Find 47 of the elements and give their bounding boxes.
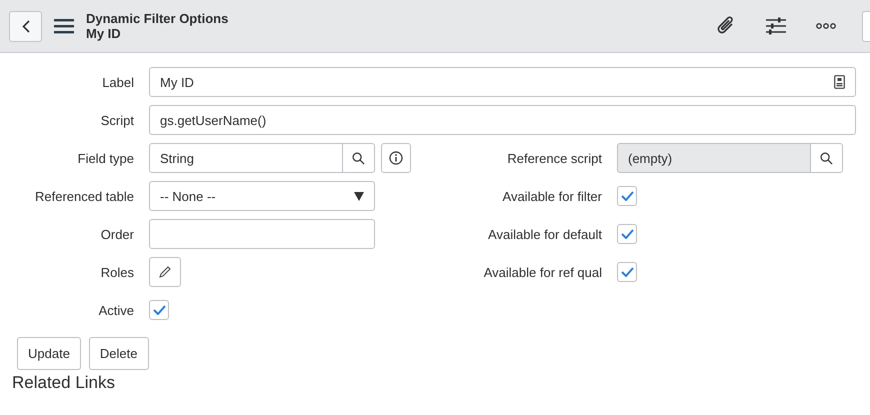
field-label: Referenced table <box>34 188 134 204</box>
search-button[interactable] <box>811 143 843 173</box>
info-icon <box>389 151 403 165</box>
sliders-icon <box>766 16 786 36</box>
form-title: Dynamic Filter Options <box>86 11 230 26</box>
dropdown-arrow-icon <box>354 192 364 200</box>
field-label: Available for default <box>487 226 602 242</box>
menu-icon[interactable] <box>54 18 74 34</box>
checkmark-icon <box>620 267 634 277</box>
field-label: Roles <box>100 264 134 280</box>
field-label: Order <box>100 226 134 242</box>
field-label: Field type <box>76 150 134 166</box>
form-button[interactable]: Update <box>17 337 81 370</box>
more-icon <box>816 23 836 29</box>
readonly-field: (empty) <box>617 143 811 173</box>
checkmark-icon <box>620 191 634 201</box>
form-button[interactable]: Delete <box>88 337 148 370</box>
checkmark-icon <box>620 229 634 239</box>
back-button[interactable] <box>9 10 42 42</box>
checkmark-icon <box>152 305 166 315</box>
search-button[interactable] <box>343 143 375 173</box>
edit-button[interactable] <box>149 257 181 287</box>
badge-icon[interactable] <box>834 75 845 89</box>
field-label: Active <box>98 302 134 318</box>
text-field[interactable] <box>149 219 375 249</box>
select-field[interactable]: -- None -- <box>149 181 375 211</box>
search-icon <box>820 152 833 164</box>
back-icon <box>22 20 30 32</box>
record-name: My ID <box>86 26 122 41</box>
pencil-icon <box>159 266 171 278</box>
field-label: Script <box>100 112 134 128</box>
lookup-field[interactable]: String <box>149 143 343 173</box>
info-button[interactable] <box>381 143 411 173</box>
field-label: Available for ref qual <box>482 264 602 280</box>
text-field[interactable]: gs.getUserName() <box>149 105 856 135</box>
checkbox[interactable] <box>617 186 637 206</box>
field-label: Available for filter <box>502 188 602 204</box>
checkbox[interactable] <box>617 224 637 244</box>
field-value: My ID <box>160 74 194 90</box>
section-heading: Related Links <box>11 372 116 392</box>
checkbox[interactable] <box>617 262 637 282</box>
search-icon <box>352 152 365 164</box>
checkbox[interactable] <box>149 300 169 320</box>
select-value: -- None -- <box>160 188 216 204</box>
field-label: Reference script <box>506 150 602 166</box>
field-label: Label <box>101 74 134 90</box>
text-field[interactable]: My ID <box>149 67 856 97</box>
